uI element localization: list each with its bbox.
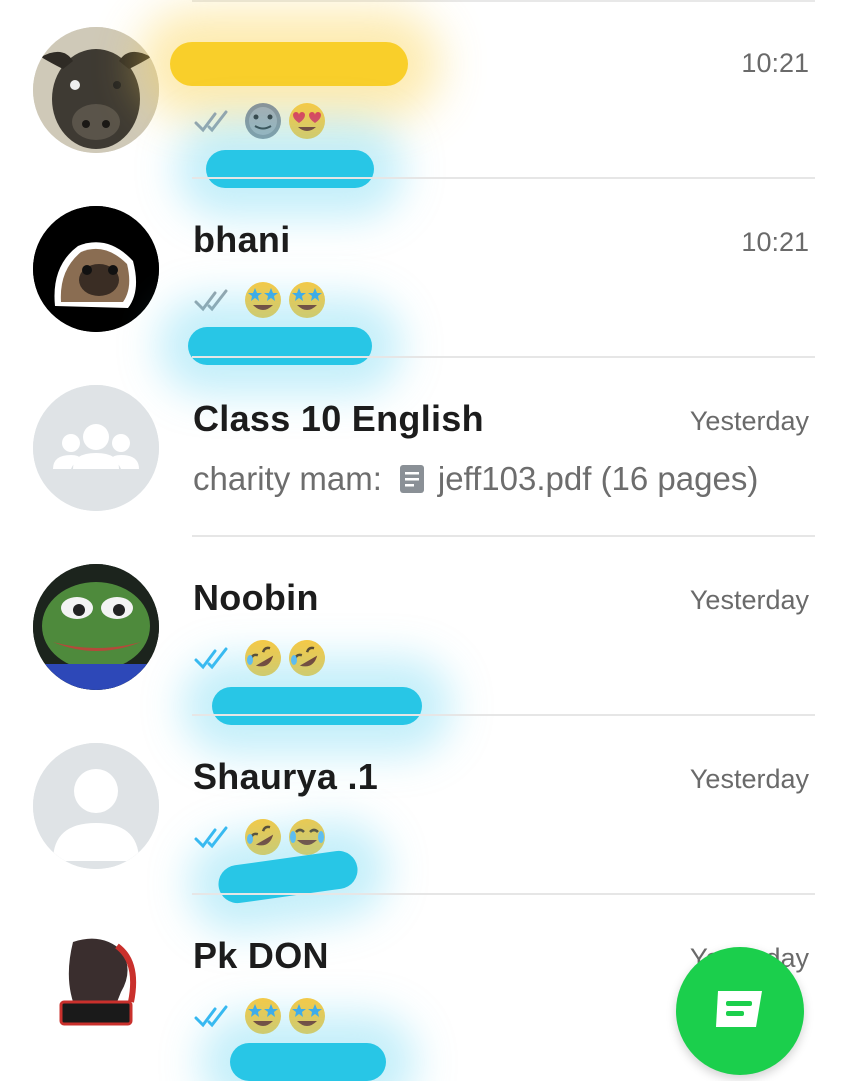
rofl-emoji-icon [245, 819, 281, 855]
buffalo-photo-avatar [33, 27, 159, 153]
grimace-emoji-icon [245, 103, 281, 139]
chat-row[interactable]: Class 10 English Yesterday charity mam: … [0, 358, 843, 537]
rofl-emoji-icon [245, 640, 281, 676]
double-check-gray-icon [194, 110, 228, 133]
redaction-scribble [170, 42, 408, 86]
star-struck-emoji-icon [245, 998, 281, 1034]
message-sender: charity mam: [193, 460, 382, 497]
message-preview [193, 98, 327, 144]
group-avatar[interactable] [33, 385, 159, 511]
chat-row[interactable]: bhani 10:21 [0, 179, 843, 365]
double-check-blue-icon [194, 647, 228, 670]
chat-time: 10:21 [741, 227, 809, 257]
chat-time: Yesterday [689, 585, 809, 615]
new-chat-icon [716, 991, 762, 1027]
logo-photo-avatar [33, 922, 159, 1048]
contact-avatar[interactable] [33, 743, 159, 869]
chat-name: Noobin [193, 577, 319, 618]
frog-photo-avatar [33, 564, 159, 690]
double-check-blue-icon [194, 1005, 228, 1028]
chat-name: Class 10 English [193, 398, 484, 439]
message-preview [193, 814, 327, 860]
double-check-blue-icon [194, 826, 228, 849]
star-struck-emoji-icon [289, 282, 325, 318]
chat-name: Shaurya .1 [193, 756, 379, 797]
chat-row[interactable]: Shaurya .1 Yesterday [0, 716, 843, 906]
contact-avatar[interactable] [33, 564, 159, 690]
redaction-scribble [230, 1043, 386, 1081]
rofl-emoji-icon [289, 640, 325, 676]
chat-time: Yesterday [689, 406, 809, 436]
chat-row[interactable]: 10:21 [0, 0, 843, 188]
joy-emoji-icon [289, 819, 325, 855]
chat-time: 10:21 [741, 48, 809, 78]
contact-avatar[interactable] [33, 922, 159, 1048]
message-preview [193, 635, 327, 681]
pug-photo-avatar [33, 206, 159, 332]
contact-avatar[interactable] [33, 27, 159, 153]
document-icon [399, 465, 424, 493]
contact-avatar[interactable] [33, 206, 159, 332]
chat-time: Yesterday [689, 764, 809, 794]
message-preview: charity mam: jeff103.pdf (16 pages) [193, 456, 758, 502]
message-preview [193, 993, 327, 1039]
chat-name: Pk DON [193, 935, 329, 976]
message-preview [193, 277, 327, 323]
star-struck-emoji-icon [289, 998, 325, 1034]
double-check-gray-icon [194, 289, 228, 312]
default-person-avatar [33, 743, 159, 869]
star-struck-emoji-icon [245, 282, 281, 318]
new-chat-button[interactable] [676, 947, 804, 1075]
heart-eyes-emoji-icon [289, 103, 325, 139]
chat-list: 10:21 bhani 10:21 Class 10 English Yeste… [0, 0, 843, 1081]
group-icon-avatar [33, 385, 159, 511]
chat-row[interactable]: Noobin Yesterday [0, 537, 843, 725]
attachment-name: jeff103.pdf (16 pages) [437, 460, 759, 497]
chat-name: bhani [193, 219, 291, 260]
